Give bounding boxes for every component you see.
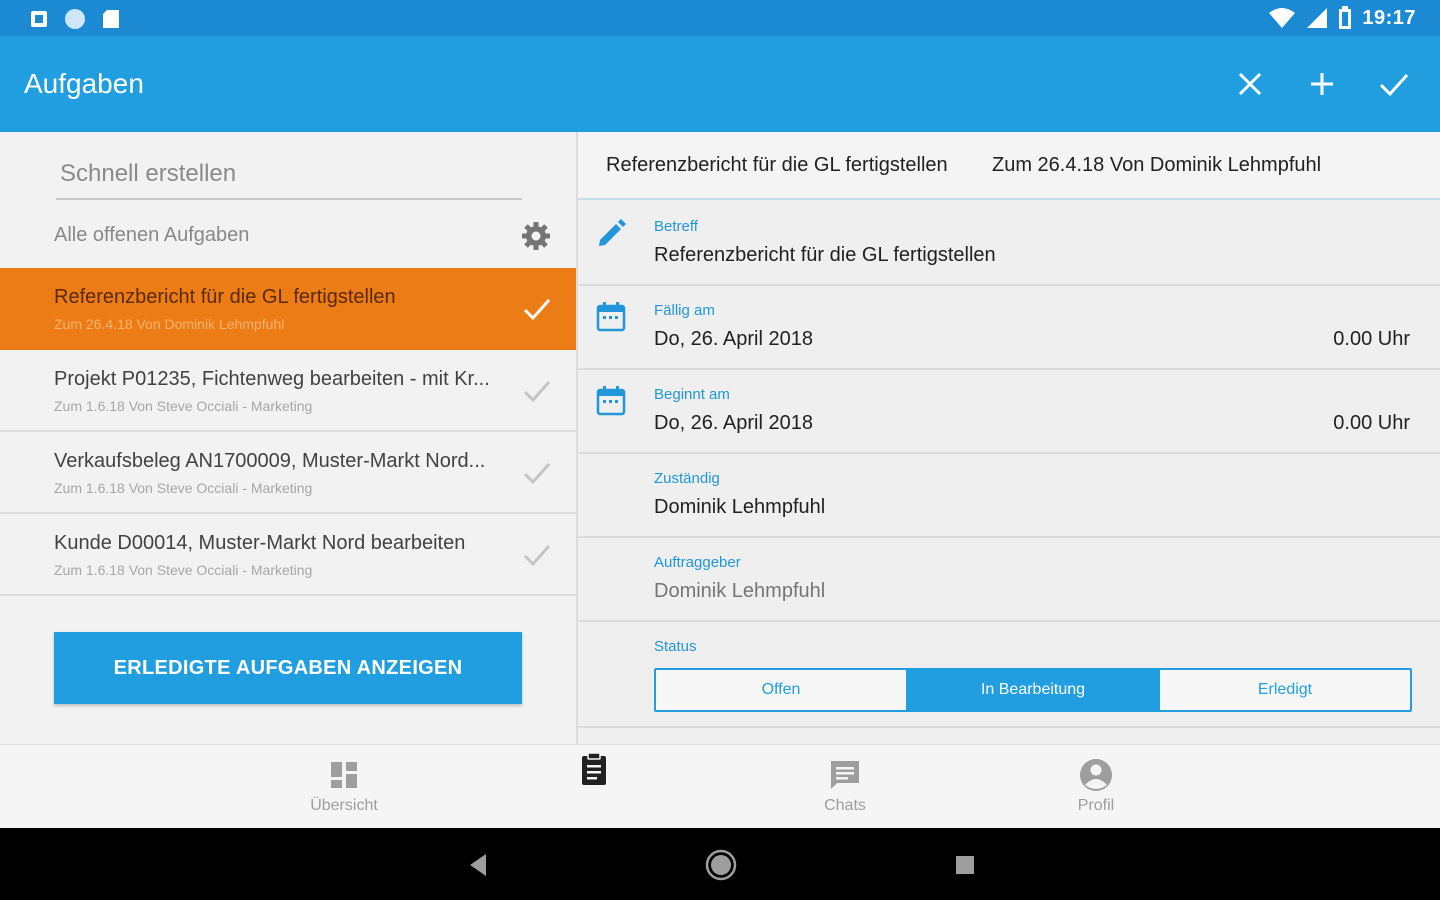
filter-row: Alle offenen Aufgaben: [0, 200, 576, 268]
nav-label: Chats: [824, 797, 866, 814]
task-item[interactable]: Projekt P01235, Fichtenweg bearbeiten - …: [0, 350, 576, 432]
recents-icon[interactable]: [950, 850, 980, 880]
field-label: Beginnt am: [654, 386, 730, 403]
calendar-icon: [596, 386, 626, 416]
nav-uebersicht[interactable]: Übersicht: [274, 745, 414, 829]
notification-icon: [31, 11, 47, 27]
status-bar-left: [30, 8, 120, 30]
field-label: Fällig am: [654, 302, 715, 319]
check-icon[interactable]: [520, 292, 554, 326]
wifi-icon: [1269, 8, 1296, 28]
task-subtitle: Zum 1.6.18 Von Steve Occiali - Marketing: [54, 480, 313, 496]
field-label: Betreff: [654, 218, 698, 235]
detail-header: Referenzbericht für die GL fertigstellen…: [578, 132, 1440, 200]
task-subtitle: Zum 26.4.18 Von Dominik Lehmpfuhl: [54, 316, 285, 332]
detail-header-title: Referenzbericht für die GL fertigstellen: [606, 154, 948, 176]
status-segmented-control: Offen In Bearbeitung Erledigt: [654, 668, 1412, 712]
page-title: Aufgaben: [24, 68, 144, 99]
add-button[interactable]: [1304, 66, 1340, 102]
field-label: Auftraggeber: [654, 554, 741, 571]
field-faellig[interactable]: Fällig am Do, 26. April 2018 0.00 Uhr: [578, 286, 1440, 370]
back-icon[interactable]: [464, 850, 494, 880]
field-time[interactable]: 0.00 Uhr: [1333, 412, 1410, 435]
field-value: Do, 26. April 2018: [654, 412, 813, 434]
show-completed-button[interactable]: ERLEDIGTE AUFGABEN ANZEIGEN: [54, 632, 522, 704]
home-icon[interactable]: [704, 848, 738, 882]
clipboard-icon: [582, 752, 606, 785]
task-title: Referenzbericht für die GL fertigstellen: [54, 286, 396, 308]
task-item-active[interactable]: Referenzbericht für die GL fertigstellen…: [0, 268, 576, 350]
field-value: Dominik Lehmpfuhl: [654, 580, 826, 602]
quick-create-input[interactable]: [56, 150, 522, 200]
check-icon[interactable]: [520, 456, 554, 490]
bottom-navigation: Übersicht Chats Profil: [0, 744, 1440, 828]
close-icon: [1238, 72, 1262, 96]
detail-header-meta: Zum 26.4.18 Von Dominik Lehmpfuhl: [992, 154, 1322, 176]
field-label: Status: [654, 638, 697, 655]
sd-card-icon: [103, 10, 119, 28]
chat-icon: [831, 761, 859, 789]
check-icon[interactable]: [520, 538, 554, 572]
app-bar-actions: [1232, 66, 1412, 102]
field-status: Status Offen In Bearbeitung Erledigt: [578, 622, 1440, 728]
field-beginnt[interactable]: Beginnt am Do, 26. April 2018 0.00 Uhr: [578, 370, 1440, 454]
field-time[interactable]: 0.00 Uhr: [1333, 328, 1410, 351]
task-item[interactable]: Verkaufsbeleg AN1700009, Muster-Markt No…: [0, 432, 576, 514]
field-betreff[interactable]: Betreff Referenzbericht für die GL ferti…: [578, 202, 1440, 286]
gear-icon[interactable]: [520, 220, 552, 252]
status-option-erledigt[interactable]: Erledigt: [1160, 670, 1410, 710]
status-time: 19:17: [1362, 6, 1416, 29]
system-navigation-bar: [0, 828, 1440, 900]
task-list: Referenzbericht für die GL fertigstellen…: [0, 268, 576, 596]
cell-signal-icon: [1307, 8, 1328, 28]
calendar-icon: [596, 302, 626, 332]
battery-icon: [1339, 6, 1352, 29]
check-icon: [1379, 73, 1409, 97]
check-icon[interactable]: [520, 374, 554, 408]
confirm-button[interactable]: [1376, 66, 1412, 102]
nav-chats[interactable]: Chats: [775, 745, 915, 829]
task-subtitle: Zum 1.6.18 Von Steve Occiali - Marketing: [54, 398, 313, 414]
nav-aufgaben[interactable]: [524, 745, 664, 829]
task-list-pane: Alle offenen Aufgaben Referenzbericht fü…: [0, 132, 576, 744]
task-subtitle: Zum 1.6.18 Von Steve Occiali - Marketing: [54, 562, 313, 578]
status-bar-right: 19:17: [1268, 6, 1416, 30]
filter-label: Alle offenen Aufgaben: [54, 224, 250, 246]
status-option-offen[interactable]: Offen: [656, 670, 908, 710]
field-value: Referenzbericht für die GL fertigstellen: [654, 244, 996, 266]
task-title: Kunde D00014, Muster-Markt Nord bearbeit…: [54, 532, 466, 554]
field-auftraggeber: Auftraggeber Dominik Lehmpfuhl: [578, 538, 1440, 622]
nav-label: Übersicht: [310, 797, 378, 814]
account-icon: [1080, 759, 1112, 791]
field-zustaendig[interactable]: Zuständig Dominik Lehmpfuhl: [578, 454, 1440, 538]
task-detail-pane: Referenzbericht für die GL fertigstellen…: [578, 132, 1440, 744]
task-title: Projekt P01235, Fichtenweg bearbeiten - …: [54, 368, 490, 390]
dashboard-icon: [331, 762, 357, 788]
status-bar: 19:17: [0, 0, 1440, 36]
field-value: Do, 26. April 2018: [654, 328, 813, 350]
close-button[interactable]: [1232, 66, 1268, 102]
field-value: Dominik Lehmpfuhl: [654, 496, 826, 518]
field-label: Zuständig: [654, 470, 720, 487]
task-item[interactable]: Kunde D00014, Muster-Markt Nord bearbeit…: [0, 514, 576, 596]
app-bar: Aufgaben: [0, 36, 1440, 132]
nav-profil[interactable]: Profil: [1026, 745, 1166, 829]
nav-label: Profil: [1077, 797, 1115, 814]
status-option-in-bearbeitung[interactable]: In Bearbeitung: [908, 670, 1160, 710]
task-title: Verkaufsbeleg AN1700009, Muster-Markt No…: [54, 450, 486, 472]
pencil-icon: [599, 219, 626, 246]
circle-status-icon: [65, 9, 85, 29]
add-icon: [1311, 73, 1333, 95]
